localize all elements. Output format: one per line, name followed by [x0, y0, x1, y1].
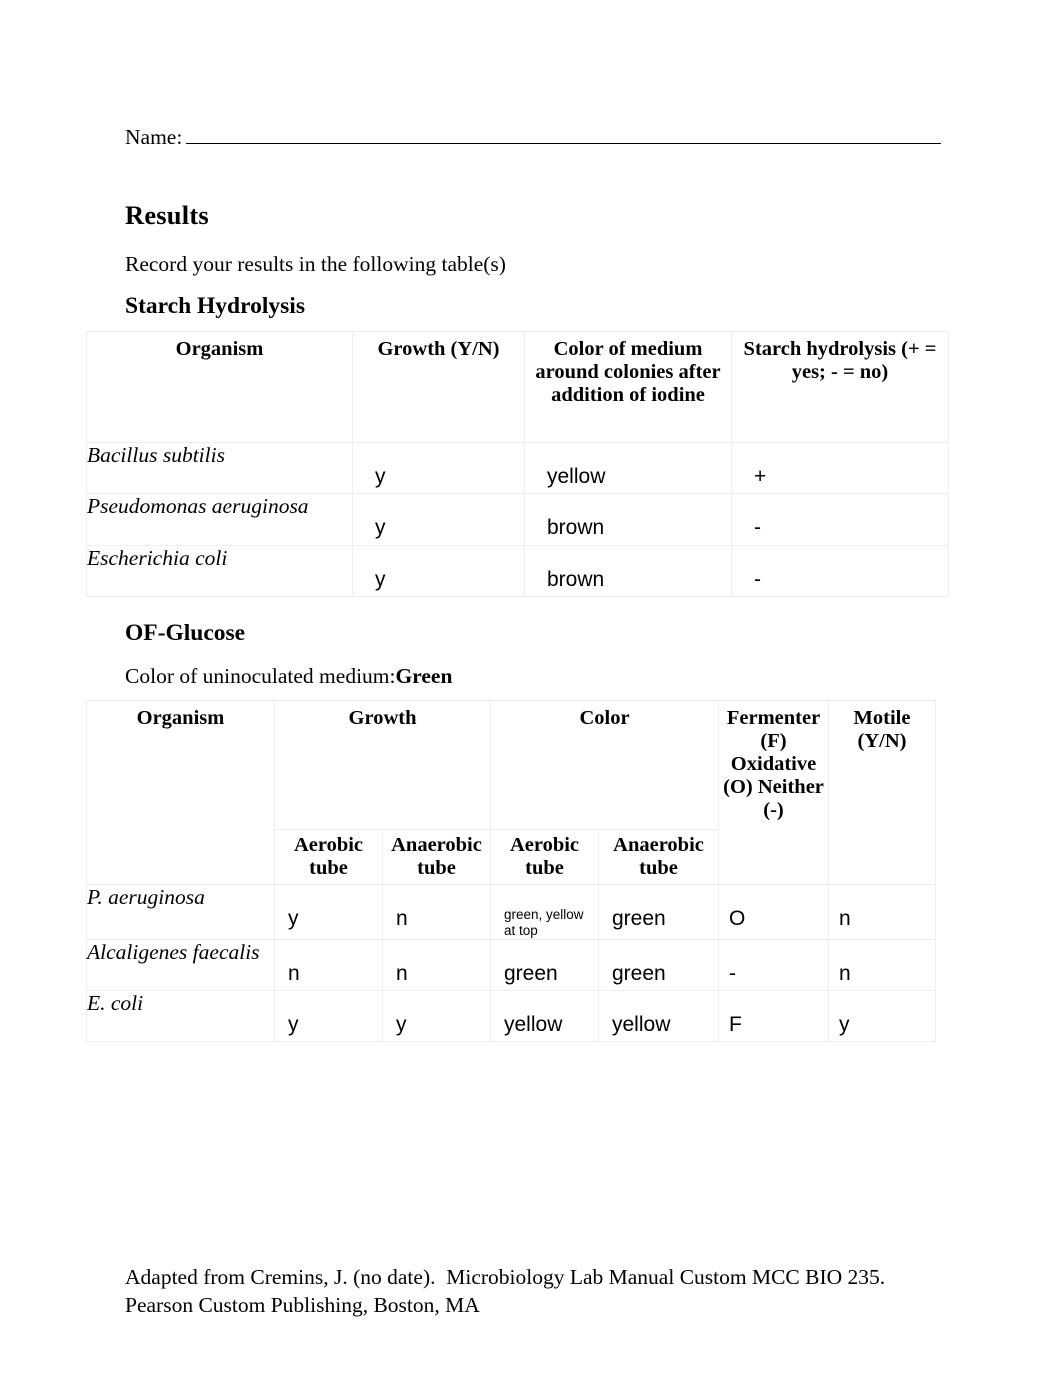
cell-color[interactable]: brown — [524, 493, 732, 546]
header-starch-hydrolysis: Starch hydrolysis (+ = yes; - = no) — [731, 331, 949, 443]
footer-citation: Adapted from Cremins, J. (no date). Micr… — [125, 1264, 945, 1319]
starch-hydrolysis-table: Organism Growth (Y/N) Color of medium ar… — [86, 331, 949, 598]
starch-table-header: Organism Growth (Y/N) Color of medium ar… — [86, 331, 949, 443]
cell-growth-aerobic[interactable]: n — [274, 938, 383, 992]
header-growth: Growth — [274, 700, 491, 830]
cell-motile[interactable]: n — [828, 938, 937, 992]
cell-organism: P. aeruginosa — [86, 883, 275, 940]
cell-fermenter[interactable]: - — [718, 938, 830, 992]
of-table-body: P. aeruginosa y n green, yellow at top g… — [86, 883, 937, 1043]
header-color-aerobic: Aerobic tube — [490, 829, 599, 885]
cell-growth[interactable]: y — [352, 544, 525, 598]
cell-color[interactable]: brown — [524, 544, 732, 598]
of-table-header: Organism Growth Color Fermenter (F) Oxid… — [86, 700, 937, 885]
cell-organism: Alcaligenes faecalis — [86, 938, 275, 992]
section-heading-starch: Starch Hydrolysis — [125, 293, 305, 319]
of-glucose-table: Organism Growth Color Fermenter (F) Oxid… — [86, 700, 937, 1043]
cell-growth[interactable]: y — [352, 493, 525, 546]
page-title: Results — [125, 200, 209, 230]
header-growth: Growth (Y/N) — [352, 331, 525, 443]
header-organism: Organism — [86, 331, 353, 443]
cell-growth-anaerobic[interactable]: n — [382, 938, 491, 992]
cell-organism: Escherichia coli — [86, 544, 353, 598]
cell-growth[interactable]: y — [352, 441, 525, 495]
cell-hydrolysis[interactable]: + — [731, 441, 949, 495]
table-row: E. coli y y yellow yellow F y — [86, 990, 937, 1043]
cell-color-aerobic[interactable]: green — [490, 938, 599, 992]
header-growth-aerobic: Aerobic tube — [274, 829, 383, 885]
table-row: Alcaligenes faecalis n n green green - n — [86, 938, 937, 992]
cell-growth-anaerobic[interactable]: y — [382, 990, 491, 1043]
section-heading-of-glucose: OF-Glucose — [125, 620, 246, 646]
cell-color-aerobic[interactable]: yellow — [490, 990, 599, 1043]
uninoculated-medium-line: Color of uninoculated medium:Green — [125, 664, 452, 689]
uninoculated-value[interactable]: Green — [396, 664, 453, 688]
footer-line-2: Pearson Custom Publishing, Boston, MA — [125, 1292, 480, 1317]
header-color-of-medium: Color of medium around colonies after ad… — [524, 331, 732, 443]
table-row: Pseudomonas aeruginosa y brown - — [86, 493, 949, 546]
uninoculated-label: Color of uninoculated medium: — [125, 664, 396, 688]
footer-line-1: Adapted from Cremins, J. (no date). Micr… — [125, 1265, 886, 1289]
header-color: Color — [489, 700, 720, 830]
cell-hydrolysis[interactable]: - — [731, 493, 949, 546]
name-label: Name: — [125, 125, 183, 149]
starch-table-body: Bacillus subtilis y yellow + Pseudomonas… — [86, 441, 949, 598]
cell-color-aerobic[interactable]: green, yellow at top — [490, 883, 599, 940]
header-motile: Motile (Y/N) — [828, 700, 937, 885]
cell-color[interactable]: yellow — [524, 441, 732, 495]
worksheet-page: Name: Results Record your results in the… — [0, 0, 1062, 1377]
cell-organism: E. coli — [86, 990, 275, 1043]
cell-motile[interactable]: y — [828, 990, 937, 1043]
cell-organism: Bacillus subtilis — [86, 441, 353, 495]
cell-color-anaerobic[interactable]: yellow — [597, 990, 720, 1043]
cell-color-anaerobic[interactable]: green — [597, 938, 720, 992]
cell-hydrolysis[interactable]: - — [731, 544, 949, 598]
header-fermenter: Fermenter (F) Oxidative (O) Neither (-) — [718, 700, 830, 885]
cell-fermenter[interactable]: O — [718, 883, 830, 940]
cell-color-anaerobic[interactable]: green — [597, 883, 720, 940]
name-field-row: Name: — [125, 125, 941, 150]
cell-fermenter[interactable]: F — [718, 990, 830, 1043]
table-row: P. aeruginosa y n green, yellow at top g… — [86, 883, 937, 940]
intro-text: Record your results in the following tab… — [125, 252, 506, 276]
header-organism: Organism — [86, 700, 275, 885]
header-color-anaerobic: Anaerobic tube — [597, 829, 720, 885]
cell-growth-aerobic[interactable]: y — [274, 990, 383, 1043]
header-growth-anaerobic: Anaerobic tube — [382, 829, 491, 885]
cell-organism: Pseudomonas aeruginosa — [86, 493, 353, 546]
cell-growth-aerobic[interactable]: y — [274, 883, 383, 940]
cell-growth-anaerobic[interactable]: n — [382, 883, 491, 940]
table-row: Escherichia coli y brown - — [86, 544, 949, 598]
cell-motile[interactable]: n — [828, 883, 937, 940]
name-blank-line[interactable] — [186, 126, 941, 144]
table-row: Bacillus subtilis y yellow + — [86, 441, 949, 495]
